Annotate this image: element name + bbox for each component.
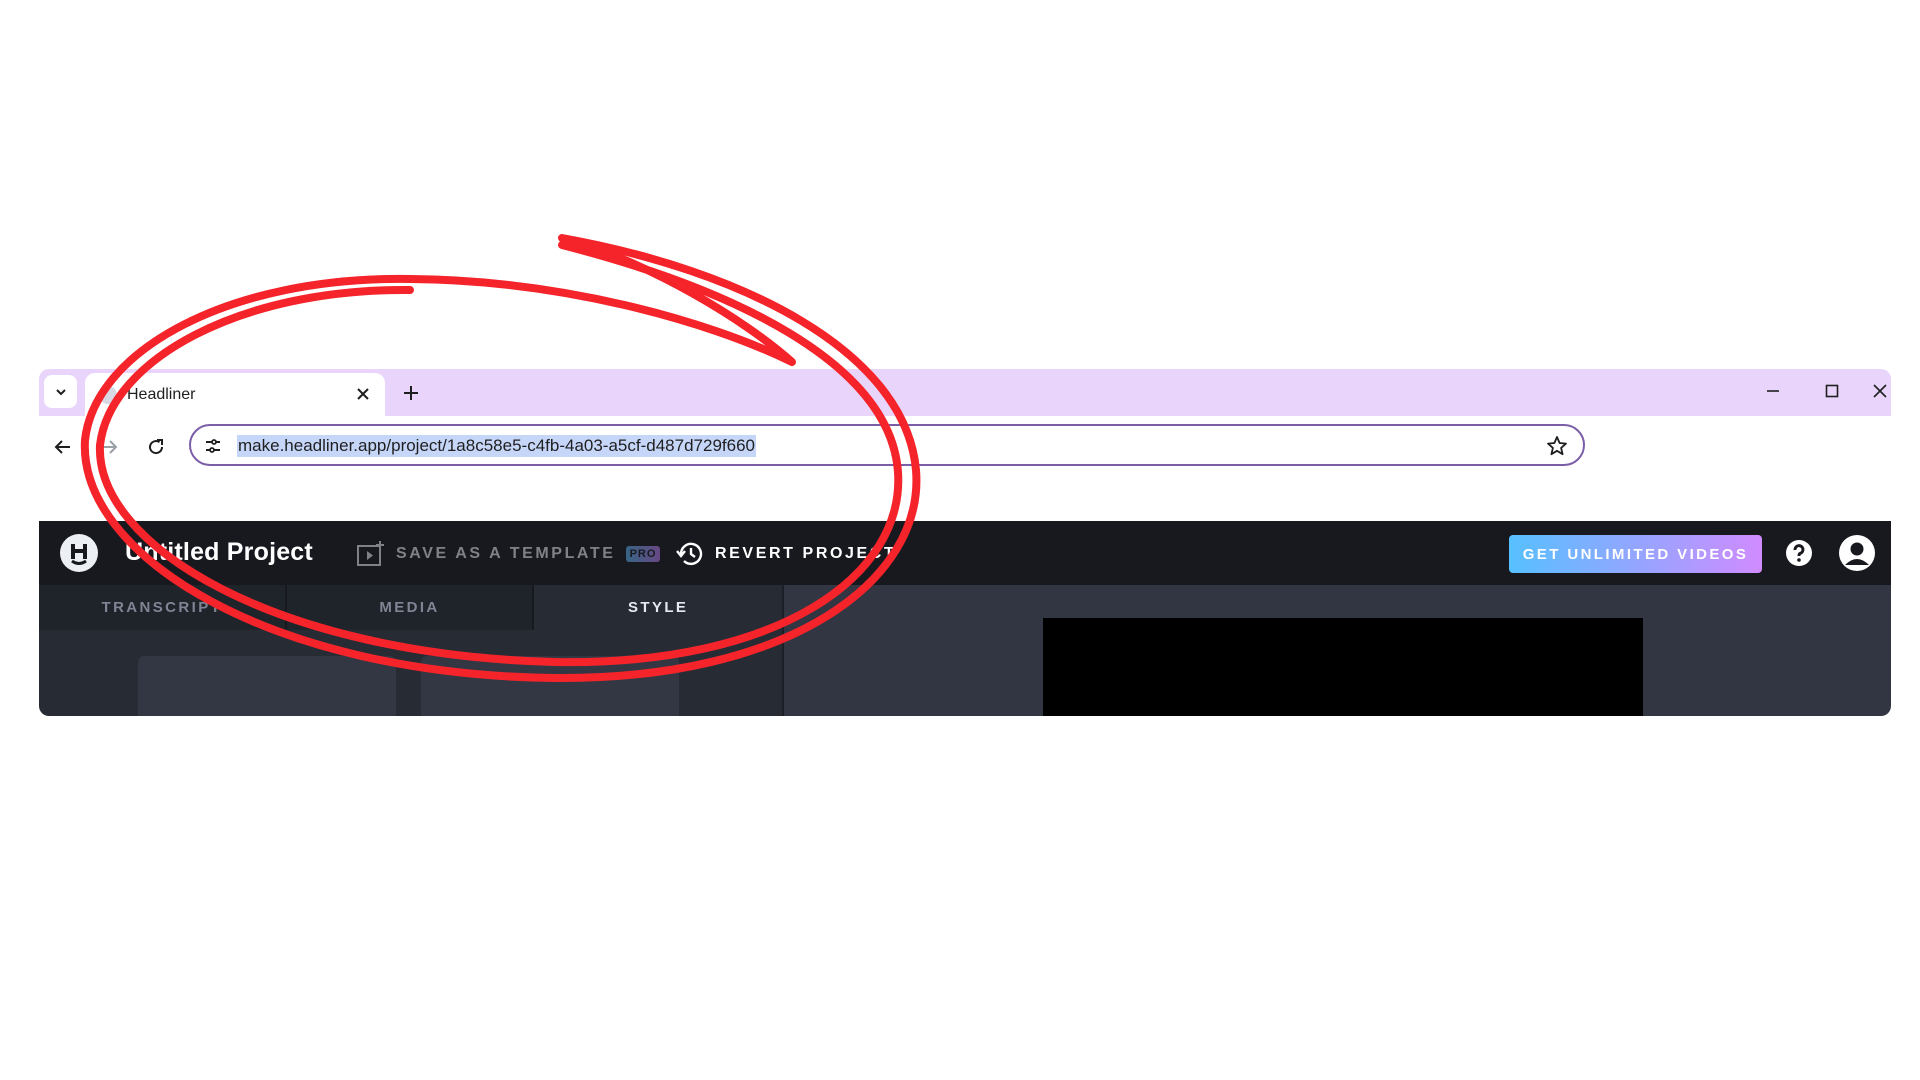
tab-search-button[interactable] xyxy=(44,375,77,408)
get-unlimited-videos-button[interactable]: GET UNLIMITED VIDEOS xyxy=(1509,535,1762,573)
arrow-left-icon xyxy=(54,440,70,454)
revert-label: REVERT PROJECT xyxy=(715,545,897,562)
revert-project-button[interactable]: REVERT PROJECT xyxy=(675,539,896,569)
back-button[interactable] xyxy=(46,430,80,464)
video-preview[interactable] xyxy=(1043,618,1643,716)
browser-tab[interactable]: Headliner xyxy=(85,373,385,416)
browser-toolbar: make.headliner.app/project/1a8c58e5-c4fb… xyxy=(39,416,1891,480)
close-window-button[interactable] xyxy=(1869,373,1891,409)
save-as-template-button[interactable]: SAVE AS A TEMPLATE PRO xyxy=(356,539,661,569)
minimize-icon xyxy=(1767,390,1779,392)
tab-transcript[interactable]: TRANSCRIPT xyxy=(39,585,287,630)
reload-icon xyxy=(149,439,164,455)
style-card[interactable] xyxy=(421,656,679,716)
maximize-button[interactable] xyxy=(1810,373,1854,409)
browser-tabstrip: Headliner xyxy=(39,369,1891,416)
app-header: Untitled Project SAVE AS A TEMPLATE PRO … xyxy=(39,521,1891,585)
tune-icon xyxy=(206,439,220,453)
site-info-button[interactable] xyxy=(201,434,225,458)
help-button[interactable] xyxy=(1784,538,1814,568)
help-icon xyxy=(1786,540,1812,566)
history-icon xyxy=(676,542,703,566)
screenshot-frame: Headliner make.headliner.app/project/1a8… xyxy=(39,369,1891,716)
headliner-logo-icon[interactable] xyxy=(60,534,98,572)
left-panel: TRANSCRIPT MEDIA STYLE xyxy=(39,585,783,716)
arrow-right-icon xyxy=(102,440,118,454)
close-icon xyxy=(357,388,369,400)
favicon-icon xyxy=(99,386,117,404)
star-icon xyxy=(1547,436,1567,456)
reload-button[interactable] xyxy=(139,430,173,464)
account-icon xyxy=(1839,535,1875,571)
tab-close-button[interactable] xyxy=(351,382,375,406)
close-icon xyxy=(1873,384,1887,398)
project-title[interactable]: Untitled Project xyxy=(125,538,313,567)
new-tab-button[interactable] xyxy=(395,377,427,409)
style-card[interactable] xyxy=(138,656,396,716)
account-button[interactable] xyxy=(1838,534,1876,572)
forward-button[interactable] xyxy=(92,430,126,464)
tab-style[interactable]: STYLE xyxy=(534,585,783,630)
address-bar[interactable]: make.headliner.app/project/1a8c58e5-c4fb… xyxy=(189,424,1585,466)
url-text[interactable]: make.headliner.app/project/1a8c58e5-c4fb… xyxy=(237,435,756,457)
tab-media[interactable]: MEDIA xyxy=(286,585,535,630)
bookmark-button[interactable] xyxy=(1545,434,1569,458)
tab-title: Headliner xyxy=(127,386,196,403)
maximize-icon xyxy=(1825,384,1839,398)
page-top-gap xyxy=(39,480,1891,521)
pro-badge: PRO xyxy=(625,546,661,562)
template-icon xyxy=(357,541,384,566)
plus-icon xyxy=(404,386,418,400)
save-template-label: SAVE AS A TEMPLATE xyxy=(396,545,616,562)
minimize-button[interactable] xyxy=(1751,373,1795,409)
editor-tabs: TRANSCRIPT MEDIA STYLE xyxy=(39,585,783,630)
chevron-down-icon xyxy=(55,388,66,395)
editor-stage xyxy=(784,585,1891,716)
